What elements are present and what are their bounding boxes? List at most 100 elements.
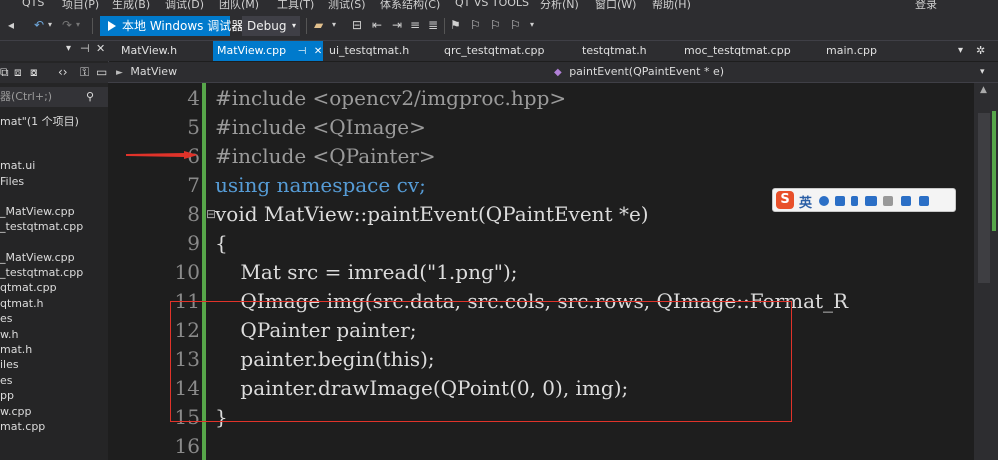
prev-bookmark-icon[interactable]: ⚐ <box>470 16 481 34</box>
properties-icon[interactable]: ⚿ <box>80 65 89 80</box>
list-item[interactable]: w.h <box>0 328 18 341</box>
code-line[interactable]: #include <QImage> <box>215 115 426 139</box>
user-icon[interactable] <box>883 196 893 206</box>
chevron-down-icon[interactable]: ▾ <box>332 16 336 34</box>
undo-icon[interactable]: ↶ <box>34 16 44 34</box>
find-in-files-icon[interactable]: ▰ <box>314 16 323 34</box>
nav-back-icon[interactable]: ◂ <box>8 16 14 34</box>
list-item[interactable]: _testqtmat.cpp <box>0 220 83 233</box>
show-all-icon[interactable]: ⧇ <box>30 65 38 80</box>
microphone-icon[interactable] <box>851 196 858 206</box>
search-icon[interactable]: ⚲ <box>86 87 94 107</box>
scroll-thumb[interactable] <box>978 113 990 283</box>
annotation-highlight-box <box>170 301 792 422</box>
search-input[interactable]: 器(Ctrl+;) ⚲ <box>0 87 108 107</box>
tab-matview-h[interactable]: MatView.h <box>121 41 177 61</box>
tab-qrc-testqtmat-cpp[interactable]: qrc_testqtmat.cpp <box>444 41 545 61</box>
list-item[interactable]: mat.h <box>0 343 32 356</box>
list-item[interactable]: qtmat.h <box>0 297 44 310</box>
code-line[interactable]: using namespace cv; <box>215 173 426 197</box>
clear-bookmarks-icon[interactable]: ⚐ <box>510 16 521 34</box>
line-number: 10 <box>174 260 200 284</box>
close-icon[interactable]: ✕ <box>96 42 105 55</box>
menu-item[interactable]: 体系结构(C) <box>380 0 440 12</box>
member-dropdown[interactable]: ◆ paintEvent(QPaintEvent * e) <box>554 62 978 82</box>
configuration-select[interactable]: Debug ▾ <box>242 16 300 36</box>
list-item[interactable]: _MatView.cpp <box>0 205 75 218</box>
punctuation-icon[interactable] <box>835 196 845 206</box>
next-bookmark-icon[interactable]: ⚐ <box>490 16 501 34</box>
ime-mode-label[interactable]: 英 <box>799 192 812 211</box>
menu-item[interactable]: 团队(M) <box>219 0 259 12</box>
line-number: 8 <box>187 202 200 226</box>
chevron-down-icon[interactable]: ▾ <box>530 16 534 34</box>
list-item[interactable]: mat"(1 个项目) <box>0 113 79 129</box>
chevron-down-icon[interactable]: ▾ <box>66 43 71 54</box>
code-line[interactable]: #include <QPainter> <box>215 144 436 168</box>
scope-dropdown[interactable]: ► MatView <box>110 62 540 82</box>
chevron-down-icon[interactable]: ▾ <box>980 62 985 82</box>
moon-icon[interactable] <box>819 196 829 206</box>
scroll-up-icon[interactable]: ▲ <box>980 85 987 95</box>
list-item[interactable]: qtmat.cpp <box>0 281 57 294</box>
code-line[interactable]: Mat src = imread("1.png"); <box>215 260 517 284</box>
preview-icon[interactable]: ▭ <box>96 65 107 79</box>
list-item[interactable]: es <box>0 312 13 325</box>
configuration-value: Debug <box>247 19 287 33</box>
redo-icon[interactable]: ↷ <box>62 16 72 34</box>
collapse-icon[interactable]: ⧈ <box>14 65 22 80</box>
menu-item[interactable]: QT VS TOOLS <box>455 0 529 9</box>
list-item[interactable]: pp <box>0 389 14 402</box>
chevron-down-icon[interactable]: ▾ <box>76 16 80 34</box>
menu-item[interactable]: 工具(T) <box>277 0 314 12</box>
list-item[interactable]: iles <box>0 358 19 371</box>
close-icon[interactable]: ✕ <box>314 46 322 57</box>
list-item[interactable]: Files <box>0 175 24 188</box>
vertical-scrollbar[interactable]: ▲ <box>974 83 998 460</box>
outdent-icon[interactable]: ⇤ <box>372 16 382 34</box>
menu-item[interactable]: 分析(N) <box>540 0 579 12</box>
settings-icon[interactable] <box>919 196 929 206</box>
code-line[interactable]: #include <opencv2/imgproc.hpp> <box>215 86 566 110</box>
code-view-icon[interactable]: ‹› <box>58 65 68 79</box>
list-item[interactable]: es <box>0 374 13 387</box>
uncomment-icon[interactable]: ≣ <box>428 16 438 34</box>
tab-matview-cpp[interactable]: MatView.cpp ⊣ ✕ <box>213 41 323 61</box>
sign-in-link[interactable]: 登录 <box>915 0 937 12</box>
tab-overflow-icon[interactable]: ▾ <box>958 41 963 61</box>
sogou-logo-icon: S <box>776 191 794 209</box>
comment-icon[interactable]: ≡ <box>410 16 420 34</box>
collapse-toggle-icon[interactable]: ⊟ <box>206 207 216 221</box>
menu-item[interactable]: 项目(P) <box>62 0 99 12</box>
code-line[interactable]: { <box>215 231 228 255</box>
list-item[interactable]: mat.ui <box>0 159 35 172</box>
tab-moc-testqtmat-cpp[interactable]: moc_testqtmat.cpp <box>684 41 791 61</box>
tab-testqtmat-h[interactable]: testqtmat.h <box>582 41 647 61</box>
list-item[interactable]: w.cpp <box>0 405 32 418</box>
code-line[interactable]: void MatView::paintEvent(QPaintEvent *e) <box>215 202 649 226</box>
step-icon[interactable]: ⊟ <box>352 16 362 34</box>
indent-icon[interactable]: ⇥ <box>392 16 402 34</box>
pin-icon[interactable]: ⊣ <box>80 42 90 55</box>
menu-item[interactable]: QTS <box>22 0 44 9</box>
pin-icon[interactable]: ⊣ <box>298 46 307 57</box>
gear-icon[interactable]: ✲ <box>976 41 985 61</box>
list-item[interactable]: _testqtmat.cpp <box>0 266 83 279</box>
list-item[interactable]: mat.cpp <box>0 420 45 433</box>
skin-icon[interactable] <box>901 196 911 206</box>
menu-item[interactable]: 调试(D) <box>165 0 204 12</box>
keyboard-icon[interactable] <box>865 196 877 206</box>
menu-item[interactable]: 帮助(H) <box>652 0 691 12</box>
sync-icon[interactable]: ⧉ <box>0 65 9 80</box>
ime-toolbar[interactable]: S 英 <box>772 188 956 212</box>
tab-ui-testqtmat-h[interactable]: ui_testqtmat.h <box>329 41 409 61</box>
menu-item[interactable]: 测试(S) <box>328 0 366 12</box>
menu-item[interactable]: 生成(B) <box>112 0 150 12</box>
start-debugger-button[interactable]: 本地 Windows 调试器 <box>100 16 243 36</box>
bookmark-icon[interactable]: ⚑ <box>450 16 461 34</box>
menu-item[interactable]: 窗口(W) <box>595 0 636 12</box>
tab-main-cpp[interactable]: main.cpp <box>826 41 877 61</box>
chevron-down-icon[interactable]: ▾ <box>48 16 52 34</box>
list-item[interactable]: _MatView.cpp <box>0 251 75 264</box>
class-icon: ► <box>116 68 123 78</box>
